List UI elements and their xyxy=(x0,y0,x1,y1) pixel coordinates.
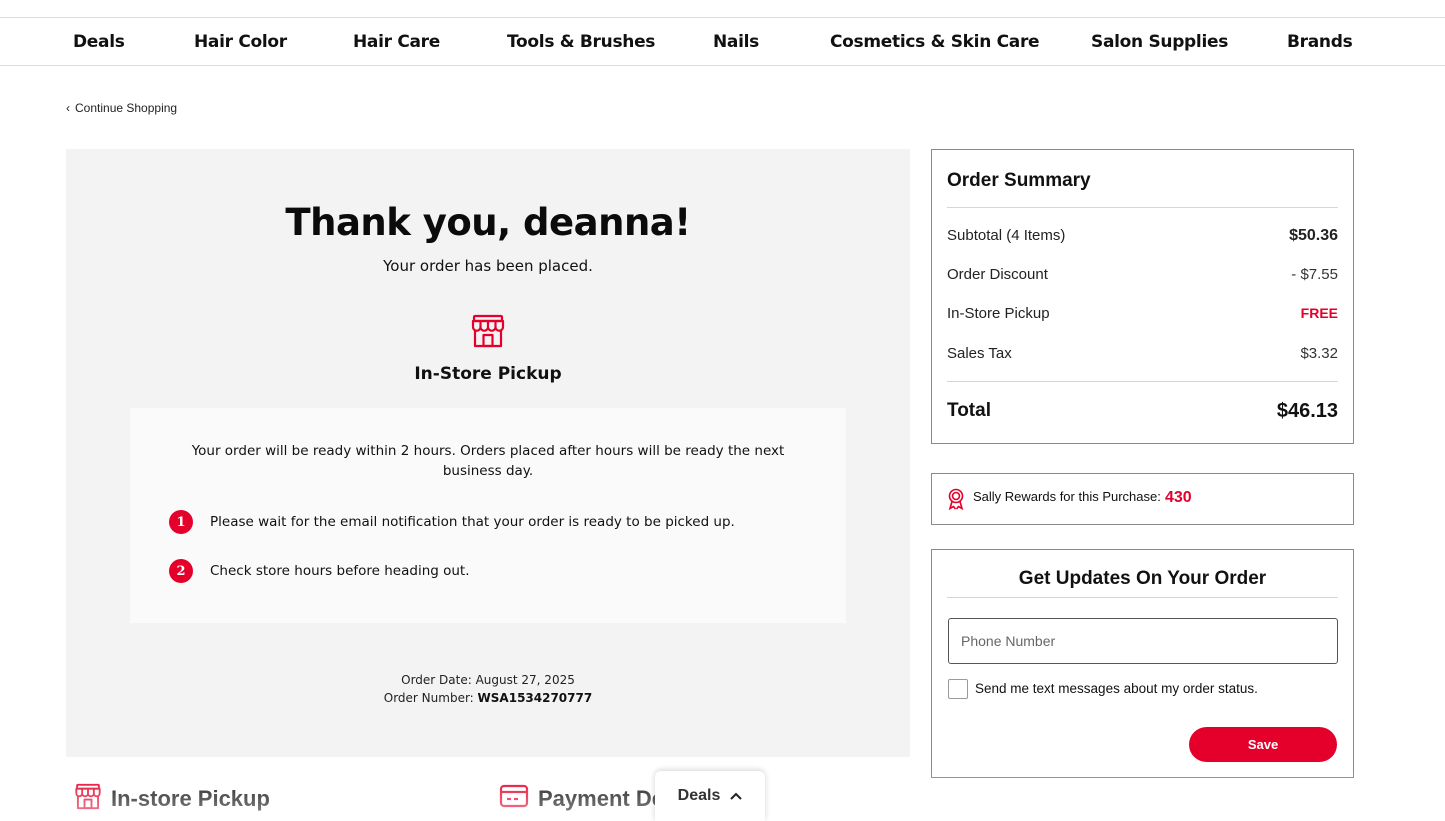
sms-opt-in-label[interactable]: Send me text messages about my order sta… xyxy=(975,681,1258,696)
order-confirmation-panel: Thank you, deanna! Your order has been p… xyxy=(66,149,910,757)
pickup-section-header: In-store Pickup xyxy=(74,783,270,815)
sms-opt-in-checkbox[interactable] xyxy=(948,679,968,699)
store-icon xyxy=(74,783,102,815)
continue-shopping-link[interactable]: ‹ Continue Shopping xyxy=(66,101,177,115)
step-text: Check store hours before heading out. xyxy=(210,563,470,579)
order-number-line: Order Number: WSA1534270777 xyxy=(66,691,910,705)
chevron-left-icon: ‹ xyxy=(66,101,70,115)
summary-row-label: In-Store Pickup xyxy=(947,305,1050,322)
order-updates-card: Get Updates On Your Order Send me text m… xyxy=(931,549,1354,778)
pickup-method-title: In-Store Pickup xyxy=(414,364,562,384)
order-summary-card: Order Summary Subtotal (4 Items) $50.36 … xyxy=(931,149,1354,444)
summary-total-row: Total $46.13 xyxy=(947,400,1338,423)
continue-shopping-label: Continue Shopping xyxy=(75,101,178,115)
phone-number-input[interactable] xyxy=(948,618,1338,664)
summary-row-value: FREE xyxy=(1300,305,1338,321)
summary-row-discount: Order Discount - $7.55 xyxy=(947,266,1338,283)
step-number-badge: 1 xyxy=(169,510,193,534)
nav-nails[interactable]: Nails xyxy=(713,32,759,52)
nav-hair-color[interactable]: Hair Color xyxy=(194,32,287,52)
pickup-info-box: Your order will be ready within 2 hours.… xyxy=(130,408,846,623)
updates-divider xyxy=(947,597,1338,598)
order-placed-text: Your order has been placed. xyxy=(383,257,593,275)
total-label: Total xyxy=(947,400,991,421)
summary-row-subtotal: Subtotal (4 Items) $50.36 xyxy=(947,227,1338,245)
nav-deals[interactable]: Deals xyxy=(73,32,125,52)
order-date: Order Date: August 27, 2025 xyxy=(401,673,575,687)
deals-tab-label: Deals xyxy=(677,787,721,804)
rewards-ribbon-icon xyxy=(946,488,966,511)
main-nav: Deals Hair Color Hair Care Tools & Brush… xyxy=(0,18,1445,66)
rewards-points-value: 430 xyxy=(1165,489,1192,506)
summary-row-label: Order Discount xyxy=(947,266,1048,283)
summary-divider xyxy=(947,207,1338,208)
order-number-label: Order Number: xyxy=(383,691,478,705)
summary-row-value: $50.36 xyxy=(1289,227,1338,244)
payment-section-header: Payment De xyxy=(499,783,664,814)
step-number-badge: 2 xyxy=(169,559,193,583)
store-icon xyxy=(470,314,506,348)
pickup-step: 1 Please wait for the email notification… xyxy=(169,510,735,534)
pickup-step: 2 Check store hours before heading out. xyxy=(169,559,470,583)
credit-card-icon xyxy=(499,783,529,814)
summary-row-label: Subtotal (4 Items) xyxy=(947,227,1066,244)
total-value: $46.13 xyxy=(1276,400,1338,422)
summary-row-value: $3.32 xyxy=(1300,345,1338,362)
order-updates-title: Get Updates On Your Order xyxy=(1018,568,1267,589)
thank-you-heading: Thank you, deanna! xyxy=(285,201,691,244)
summary-row-label: Sales Tax xyxy=(947,345,1012,362)
deals-drawer-tab[interactable]: Deals xyxy=(655,771,765,821)
rewards-label: Sally Rewards for this Purchase: xyxy=(973,489,1161,504)
payment-section-title: Payment De xyxy=(538,785,664,811)
step-text: Please wait for the email notification t… xyxy=(210,514,735,530)
order-number-value: WSA1534270777 xyxy=(477,691,593,705)
rewards-card: Sally Rewards for this Purchase: 430 xyxy=(931,473,1354,525)
nav-cosmetics-skin-care[interactable]: Cosmetics & Skin Care xyxy=(830,32,1040,52)
chevron-up-icon xyxy=(730,787,743,805)
summary-row-tax: Sales Tax $3.32 xyxy=(947,345,1338,362)
nav-hair-care[interactable]: Hair Care xyxy=(353,32,440,52)
ready-time-text: Your order will be ready within 2 hours.… xyxy=(191,443,785,479)
nav-tools-brushes[interactable]: Tools & Brushes xyxy=(507,32,655,52)
nav-brands[interactable]: Brands xyxy=(1287,32,1353,52)
summary-row-value: - $7.55 xyxy=(1291,266,1338,283)
order-summary-title: Order Summary xyxy=(947,170,1091,191)
nav-salon-supplies[interactable]: Salon Supplies xyxy=(1091,32,1228,52)
pickup-section-title: In-store Pickup xyxy=(111,786,270,811)
save-button[interactable]: Save xyxy=(1189,727,1337,762)
summary-divider xyxy=(947,381,1338,382)
summary-row-pickup: In-Store Pickup FREE xyxy=(947,305,1338,322)
